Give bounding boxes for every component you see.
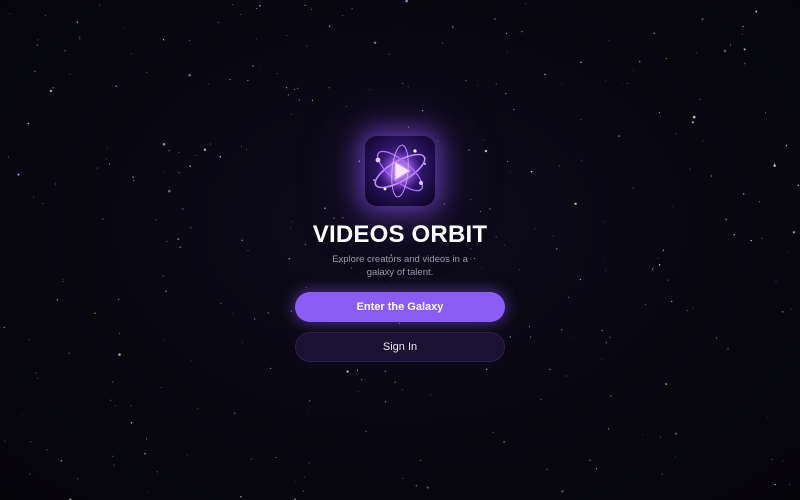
app-title: VIDEOS ORBIT (312, 221, 488, 248)
orbit-play-logo-icon (365, 136, 435, 206)
landing-screen: VIDEOS ORBIT Explore creators and videos… (0, 0, 800, 500)
sign-in-button[interactable]: Sign In (295, 332, 505, 362)
landing-content: VIDEOS ORBIT Explore creators and videos… (0, 0, 800, 500)
enter-galaxy-button[interactable]: Enter the Galaxy (295, 292, 505, 322)
app-tagline: Explore creators and videos in a galaxy … (332, 254, 468, 278)
